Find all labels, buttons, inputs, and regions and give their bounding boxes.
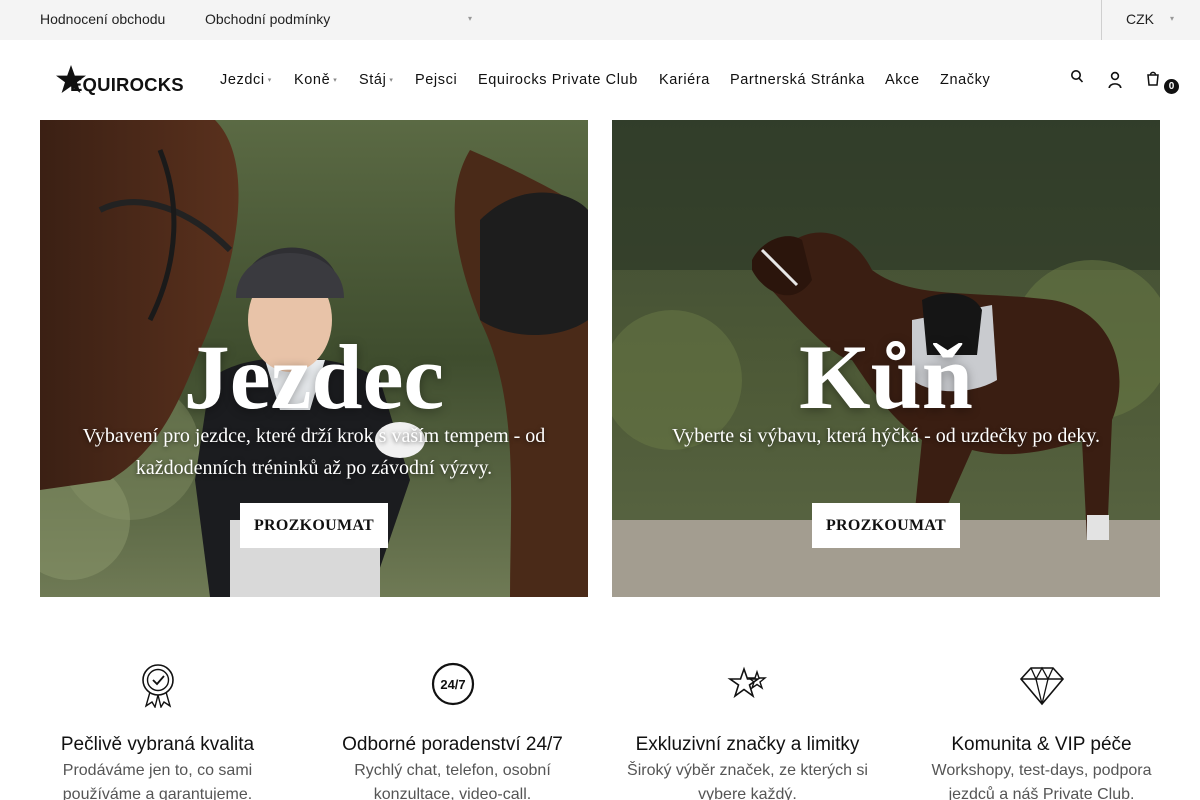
diamond-icon <box>1019 666 1064 706</box>
banner-title: Jezdec <box>183 326 445 428</box>
nav-item-akce[interactable]: Akce <box>885 72 920 88</box>
nav-item-label: Stáj <box>359 72 387 88</box>
feature-description: Široký výběr značek, ze kterých si vyber… <box>627 762 868 800</box>
cart-icon[interactable] <box>1146 70 1160 86</box>
user-icon[interactable] <box>1108 71 1122 89</box>
nav-item-pejsci[interactable]: Pejsci <box>415 72 457 88</box>
svg-text:24/7: 24/7 <box>440 677 465 692</box>
store-rating-link[interactable]: Hodnocení obchodu <box>40 11 165 27</box>
feature-brands: Exkluzivní značky a limitky Široký výběr… <box>600 660 895 800</box>
quality-badge-icon <box>141 664 174 708</box>
feature-description: Prodáváme jen to, co sami používáme a ga… <box>62 762 253 800</box>
nav-item-label: Jezdci <box>220 72 265 88</box>
cart-count-badge: 0 <box>1164 79 1179 94</box>
divider <box>1101 0 1102 40</box>
nav-item-label: Koně <box>294 72 331 88</box>
feature-title: Odborné poradenství 24/7 <box>342 734 563 755</box>
chevron-down-icon: ▾ <box>389 77 394 85</box>
top-utility-bar: Hodnocení obchodu Obchodní podmínky ▾ CZ… <box>0 0 1200 40</box>
main-header: EQUIROCKS Jezdci ▾ Koně ▾ Stáj ▾ Pejsci Equ… <box>0 40 1200 120</box>
search-icon[interactable] <box>1070 69 1084 85</box>
feature-support: 24/7 Odborné poradenství 24/7 Rychlý cha… <box>305 660 600 800</box>
terms-link[interactable]: Obchodní podmínky <box>205 11 330 27</box>
nav-item-partner[interactable]: Partnerská Stránka <box>730 72 865 88</box>
support-24-7-icon: 24/7 <box>431 662 474 706</box>
nav-item-jezdci[interactable]: Jezdci ▾ <box>220 72 272 88</box>
feature-community: Komunita & VIP péče Workshopy, test-days… <box>894 660 1189 800</box>
horse-banner[interactable]: Kůň Vyberte si výbavu, která hýčká - od … <box>612 120 1160 597</box>
chevron-down-icon: ▾ <box>1170 14 1175 23</box>
feature-title: Exkluzivní značky a limitky <box>635 734 860 755</box>
nav-item-private-club[interactable]: Equirocks Private Club <box>478 72 638 88</box>
banner-title: Kůň <box>799 326 973 428</box>
nav-item-znacky[interactable]: Značky <box>940 72 990 88</box>
nav-item-kariera[interactable]: Kariéra <box>659 72 710 88</box>
explore-button[interactable]: PROZKOUMAT <box>240 503 388 548</box>
chevron-down-icon: ▾ <box>333 77 338 85</box>
logo[interactable]: EQUIROCKS <box>54 64 194 98</box>
logo-text: EQUIROCKS <box>70 74 184 95</box>
feature-title: Komunita & VIP péče <box>951 734 1132 755</box>
stars-icon <box>726 666 767 699</box>
nav-item-staj[interactable]: Stáj ▾ <box>359 72 394 88</box>
chevron-down-icon: ▾ <box>468 14 473 23</box>
explore-button[interactable]: PROZKOUMAT <box>812 503 960 548</box>
rider-banner[interactable]: Jezdec Vybavení pro jezdce, které drží k… <box>40 120 588 597</box>
currency-selector[interactable]: CZK <box>1126 11 1154 27</box>
feature-title: Pečlivě vybraná kvalita <box>60 734 255 755</box>
nav-item-kone[interactable]: Koně ▾ <box>294 72 337 88</box>
banner-subtitle: Vyberte si výbavu, která hýčká - od uzde… <box>671 425 1100 447</box>
feature-description: Rychlý chat, telefon, osobní konzultace,… <box>354 762 551 800</box>
feature-description: Workshopy, test-days, podpora jezdců a n… <box>931 762 1152 800</box>
chevron-down-icon: ▾ <box>267 77 272 85</box>
feature-quality: Pečlivě vybraná kvalita Prodáváme jen to… <box>10 660 305 800</box>
banner-subtitle: Vybavení pro jezdce, které drží krok s v… <box>82 425 546 479</box>
